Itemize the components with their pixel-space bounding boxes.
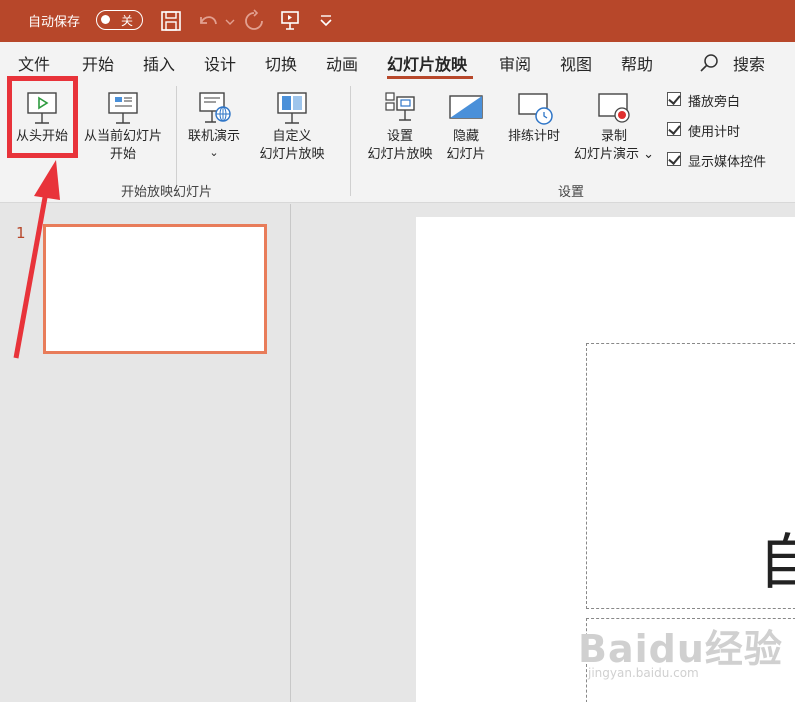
- present-online-button[interactable]: 联机演示 ⌄: [182, 88, 246, 160]
- custom-show-icon: [277, 92, 307, 124]
- present-online-label: 联机演示: [187, 129, 240, 144]
- redo-icon[interactable]: [241, 8, 267, 34]
- present-online-icon: [199, 92, 231, 123]
- tab-view[interactable]: 视图: [560, 51, 592, 75]
- tab-help[interactable]: 帮助: [621, 51, 653, 75]
- annotation-arrow-icon: [13, 160, 60, 359]
- group-setup-label: 设置: [558, 185, 585, 200]
- undo-dropdown-icon[interactable]: [217, 8, 235, 34]
- checkbox-checked-icon: [667, 152, 681, 166]
- rehearse-timings-button[interactable]: 排练计时: [502, 88, 566, 146]
- hide-slide-icon: [449, 95, 483, 119]
- checkbox-checked-icon: [667, 122, 681, 136]
- active-tab-indicator: [387, 76, 473, 79]
- checkbox-checked-icon: [667, 92, 681, 106]
- watermark-brand: Baidu经验: [578, 627, 783, 671]
- hide-slide-label-2: 幻灯片: [446, 147, 486, 162]
- custom-show-button[interactable]: 自定义 幻灯片放映: [247, 88, 337, 164]
- record-label-1: 录制: [600, 129, 627, 144]
- save-icon[interactable]: [158, 8, 184, 34]
- timer-icon: [518, 93, 553, 125]
- tab-review[interactable]: 审阅: [499, 51, 531, 75]
- watermark-url: jingyan.baidu.com: [588, 666, 699, 680]
- ribbon-divider: [350, 86, 351, 196]
- setup-slideshow-button[interactable]: 设置 幻灯片放映: [360, 88, 440, 164]
- group-start-slideshow-label: 开始放映幻灯片: [121, 185, 213, 200]
- toggle-state: 关: [121, 14, 134, 28]
- present-icon[interactable]: [277, 8, 303, 34]
- record-icon: [598, 93, 630, 123]
- ribbon-divider: [176, 86, 177, 196]
- record-label-2: 幻灯片演示 ⌄: [573, 147, 655, 162]
- setup-slideshow-label-2: 幻灯片放映: [367, 147, 433, 162]
- record-slideshow-button[interactable]: 录制 幻灯片演示 ⌄: [568, 88, 660, 164]
- rehearse-timings-label: 排练计时: [507, 129, 560, 144]
- customize-icon[interactable]: [313, 8, 339, 34]
- custom-show-label-2: 幻灯片放映: [259, 147, 325, 162]
- tab-slideshow[interactable]: 幻灯片放映: [387, 51, 467, 75]
- setup-slideshow-icon: [385, 92, 415, 121]
- custom-show-label-1: 自定义: [272, 129, 312, 144]
- tab-animations[interactable]: 动画: [326, 51, 358, 75]
- tab-transitions[interactable]: 切换: [265, 51, 297, 75]
- chevron-down-icon: ⌄: [209, 146, 219, 159]
- tab-design[interactable]: 设计: [204, 51, 236, 75]
- hide-slide-label-1: 隐藏: [452, 129, 479, 144]
- slide-title-text: 自: [758, 528, 795, 598]
- search-label: 搜索: [733, 55, 766, 74]
- setup-slideshow-label-1: 设置: [386, 129, 413, 144]
- baidu-watermark: Baidu经验 jingyan.baidu.com: [578, 618, 783, 680]
- tab-insert[interactable]: 插入: [143, 51, 175, 75]
- hide-slide-button[interactable]: 隐藏 幻灯片: [440, 88, 492, 164]
- search-icon: [700, 54, 718, 72]
